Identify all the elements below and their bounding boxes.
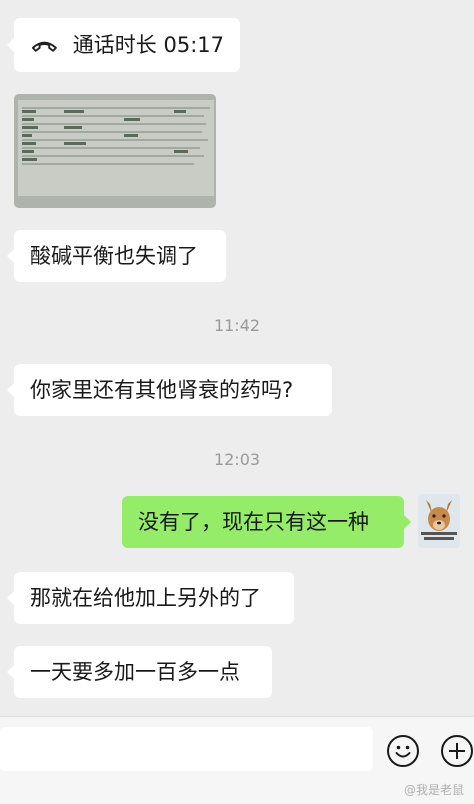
dog-avatar-picture — [418, 494, 460, 548]
watermark: @我是老鼠 — [403, 783, 464, 797]
lab-report-image[interactable] — [14, 94, 216, 208]
call-duration-text: 通话时长 05:17 — [72, 33, 224, 57]
plus-button[interactable] — [441, 735, 473, 767]
emoji-icon — [395, 745, 411, 758]
message-daily-more[interactable]: 一天要多加一百多一点 — [7, 646, 272, 698]
emoji-button[interactable] — [387, 735, 419, 767]
message-reply[interactable]: 没有了，现在只有这一种 — [122, 496, 411, 548]
message-text: 一天要多加一百多一点 — [30, 660, 240, 684]
timestamp: 11:42 — [213, 316, 261, 335]
message-add-other[interactable]: 那就在给他加上另外的了 — [7, 572, 294, 624]
message-text: 酸碱平衡也失调了 — [30, 244, 198, 268]
message-other-meds[interactable]: 你家里还有其他肾衰的药吗? — [7, 364, 332, 416]
input-bar — [0, 716, 474, 804]
message-text: 那就在给他加上另外的了 — [30, 586, 261, 610]
message-input[interactable] — [0, 727, 373, 771]
message-text: 你家里还有其他肾衰的药吗? — [30, 378, 294, 402]
message-acid-base[interactable]: 酸碱平衡也失调了 — [7, 230, 226, 282]
avatar[interactable] — [418, 494, 460, 548]
lab-report-picture — [14, 94, 216, 208]
message-text: 没有了，现在只有这一种 — [138, 510, 369, 534]
phone-hangup-icon — [31, 41, 57, 52]
call-duration-bubble[interactable]: 通话时长 05:17 — [7, 18, 240, 72]
plus-icon — [449, 743, 465, 759]
timestamp: 12:03 — [213, 450, 261, 469]
